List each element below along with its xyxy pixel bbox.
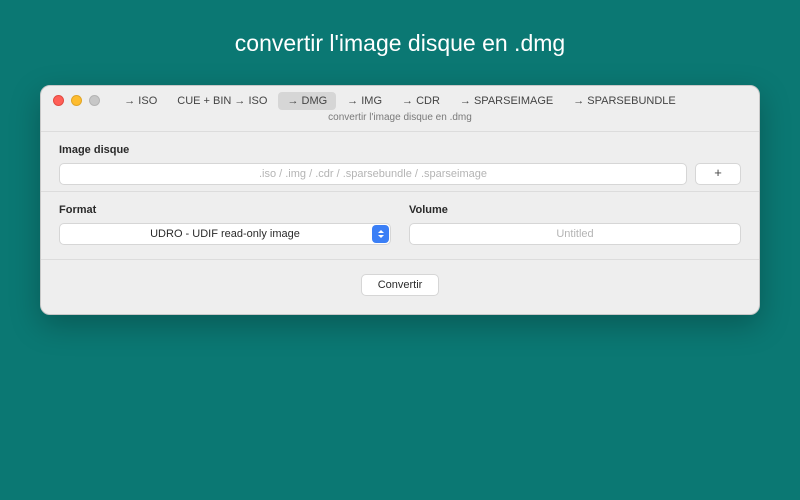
minimize-icon[interactable]: [71, 95, 82, 106]
chevron-updown-icon: [372, 225, 389, 243]
format-section: Format UDRO - UDIF read-only image: [59, 204, 391, 245]
tab-cue-bin-iso[interactable]: CUE + BIN → ISO: [168, 92, 276, 110]
tab-cdr[interactable]: → CDR: [393, 92, 449, 110]
tab-sparsebundle[interactable]: → SPARSEBUNDLE: [564, 92, 685, 110]
format-selected-value: UDRO - UDIF read-only image: [150, 228, 300, 240]
disk-image-row: .iso / .img / .cdr / .sparsebundle / .sp…: [59, 163, 741, 185]
tabs-subtitle: convertir l'image disque en .dmg: [41, 112, 759, 131]
page-title: convertir l'image disque en .dmg: [235, 30, 565, 57]
maximize-icon: [89, 95, 100, 106]
format-volume-row: Format UDRO - UDIF read-only image Volum…: [41, 192, 759, 259]
footer: Convertir: [41, 260, 759, 314]
tab-img[interactable]: → IMG: [338, 92, 391, 110]
app-window: → ISO CUE + BIN → ISO → DMG → IMG → CDR …: [40, 85, 760, 315]
tab-dmg[interactable]: → DMG: [278, 92, 336, 110]
tab-iso[interactable]: → ISO: [115, 92, 166, 110]
disk-image-label: Image disque: [59, 144, 741, 156]
format-label: Format: [59, 204, 391, 216]
tabs-row: → ISO CUE + BIN → ISO → DMG → IMG → CDR …: [41, 92, 759, 112]
volume-section: Volume Untitled: [409, 204, 741, 245]
disk-image-input[interactable]: .iso / .img / .cdr / .sparsebundle / .sp…: [59, 163, 687, 185]
add-file-button[interactable]: +: [695, 163, 741, 185]
volume-input[interactable]: Untitled: [409, 223, 741, 245]
convert-button[interactable]: Convertir: [361, 274, 440, 296]
close-icon[interactable]: [53, 95, 64, 106]
tab-sparseimage[interactable]: → SPARSEIMAGE: [451, 92, 562, 110]
disk-image-section: Image disque .iso / .img / .cdr / .spars…: [41, 132, 759, 191]
format-select[interactable]: UDRO - UDIF read-only image: [59, 223, 391, 245]
volume-label: Volume: [409, 204, 741, 216]
